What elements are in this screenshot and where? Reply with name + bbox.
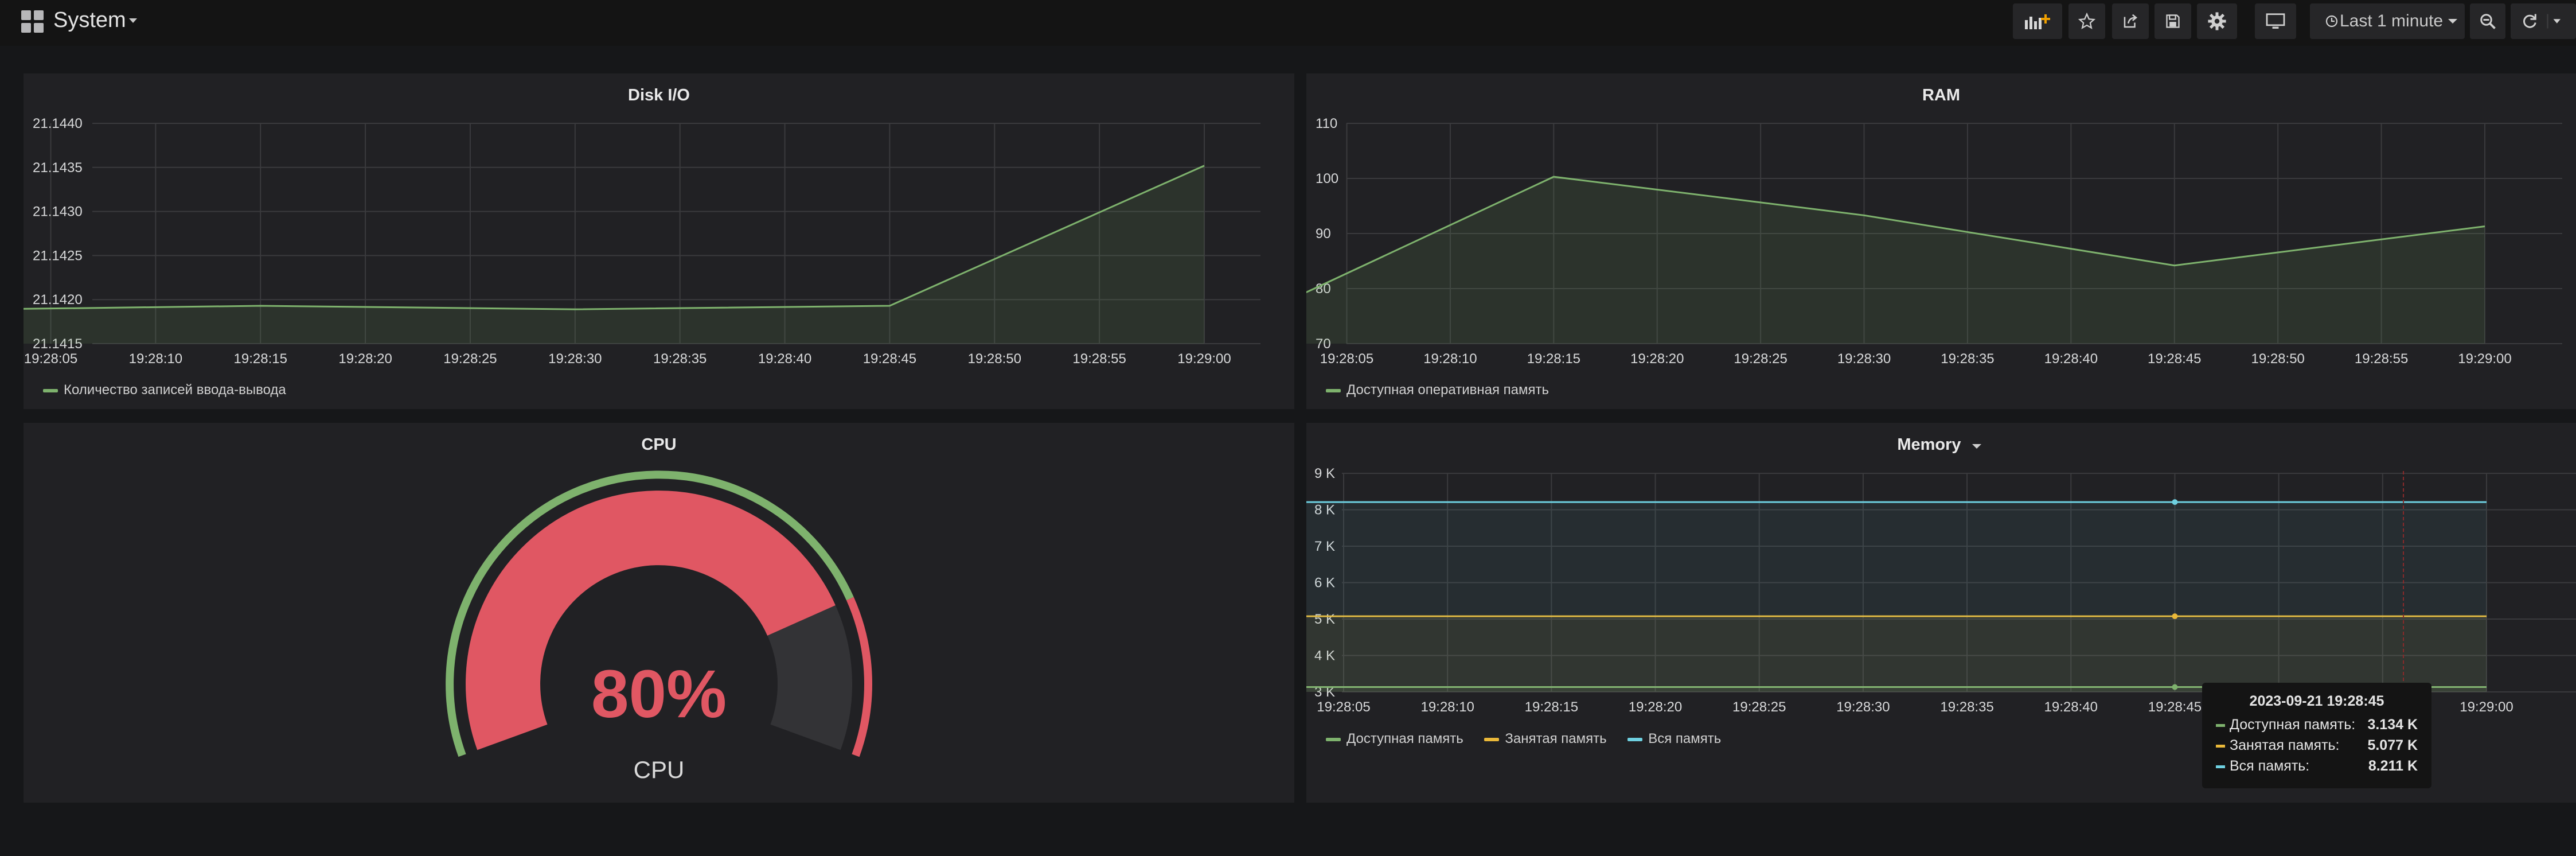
disk-io-panel: Disk I/O 21.1440 21.1435 21.1430 21.1425 21.… [24, 73, 1294, 409]
x-tick-label: 19:28:15 [1527, 351, 1580, 367]
series-area [1306, 177, 2485, 344]
x-tick-label: 19:28:15 [1525, 699, 1578, 715]
x-tick-label: 19:28:25 [1734, 351, 1787, 367]
tooltip-row: Занятая память: 5.077 K [2215, 737, 2419, 758]
x-tick-label: 19:28:55 [1072, 351, 1126, 367]
tooltip-row: Доступная память: 3.134 K [2215, 717, 2419, 737]
legend-item[interactable]: Доступная оперативная память [1326, 382, 1549, 398]
x-tick-label: 19:28:40 [2044, 699, 2098, 715]
y-tick-label: 9 K [1314, 466, 1335, 481]
x-tick-label: 19:28:30 [1837, 351, 1891, 367]
ram-chart[interactable]: 11010090807019:28:0519:28:1019:28:1519:2… [1306, 73, 2576, 409]
y-tick-label: 21.1440 [33, 116, 83, 131]
graph-tooltip: 2023-09-21 19:28:45 Доступная память: 3.… [2202, 683, 2431, 788]
legend: Доступная память Занятая память Вся памя… [1326, 731, 1738, 747]
time-range-label: Last 1 minute [2340, 11, 2444, 30]
x-tick-label: 19:28:20 [338, 351, 392, 367]
x-tick-label: 19:28:05 [1320, 351, 1373, 367]
top-navbar: System Last 1 minute [0, 0, 2576, 46]
x-tick-label: 19:28:45 [2148, 351, 2201, 367]
series-area [24, 165, 1204, 344]
tv-icon [2266, 13, 2285, 29]
y-tick-label: 21.1425 [33, 248, 83, 263]
hover-point [2172, 684, 2178, 690]
y-tick-label: 21.1435 [33, 160, 83, 176]
y-tick-label: 21.1430 [33, 204, 83, 220]
y-tick-label: 100 [1316, 171, 1338, 186]
share-icon [2124, 14, 2138, 28]
zoom-out-button[interactable] [2470, 3, 2505, 39]
x-tick-label: 19:28:55 [2355, 351, 2408, 367]
x-tick-label: 19:28:50 [2251, 351, 2304, 367]
legend-item[interactable]: Доступная память [1326, 731, 1463, 747]
y-tick-label: 21.1420 [33, 292, 83, 308]
legend: Количество записей ввода-вывода [43, 382, 303, 398]
x-tick-label: 19:28:35 [1940, 699, 1993, 715]
cpu-gauge [446, 470, 872, 757]
grid-icon[interactable] [21, 10, 44, 33]
x-tick-label: 19:28:30 [548, 351, 602, 367]
x-tick-label: 19:29:00 [1177, 351, 1231, 367]
hover-point [2172, 613, 2178, 620]
time-range-picker[interactable]: Last 1 minute [2310, 3, 2465, 39]
disk-io-chart[interactable]: 21.144021.143521.143021.142521.142021.14… [24, 73, 1294, 409]
hover-point [2172, 499, 2178, 505]
y-tick-label: 110 [1316, 116, 1337, 131]
y-tick-label: 90 [1316, 226, 1331, 242]
x-tick-label: 19:28:25 [443, 351, 497, 367]
star-icon [2078, 13, 2095, 29]
refresh-icon [2523, 14, 2561, 29]
refresh-button[interactable] [2511, 3, 2576, 39]
gear-icon [2208, 12, 2226, 30]
zoom-out-icon [2480, 14, 2496, 29]
x-tick-label: 19:28:10 [1423, 351, 1477, 367]
chevron-down-icon [2448, 19, 2457, 24]
tooltip-row: Вся память: 8.211 K [2215, 758, 2419, 779]
dashboard-title[interactable]: System [53, 8, 126, 33]
settings-button[interactable] [2197, 3, 2237, 39]
share-button[interactable] [2112, 3, 2149, 39]
x-tick-label: 19:28:45 [2148, 699, 2202, 715]
legend-item[interactable]: Занятая память [1484, 731, 1607, 747]
x-tick-label: 19:28:35 [653, 351, 707, 367]
gauge-label: CPU [633, 756, 685, 783]
gauge-value: 80% [591, 656, 727, 732]
x-tick-label: 19:28:20 [1630, 351, 1684, 367]
series-area [1306, 502, 2487, 692]
x-tick-label: 19:28:15 [234, 351, 287, 367]
ram-panel: RAM 11010090807019:28:0519:28:1019:28:15… [1306, 73, 2576, 409]
x-tick-label: 19:28:40 [2044, 351, 2098, 367]
add-panel-icon [2025, 14, 2050, 29]
x-tick-label: 19:29:00 [2458, 351, 2511, 367]
x-tick-label: 19:28:05 [1317, 699, 1370, 715]
clock-icon [2325, 15, 2338, 28]
legend-item[interactable]: Количество записей ввода-вывода [43, 382, 286, 398]
legend: Доступная оперативная память [1326, 382, 1566, 398]
x-tick-label: 19:29:00 [2460, 699, 2513, 715]
tv-mode-button[interactable] [2255, 3, 2296, 39]
add-panel-button[interactable] [2013, 3, 2062, 39]
legend-item[interactable]: Вся память [1627, 731, 1721, 747]
x-tick-label: 19:28:35 [1941, 351, 1994, 367]
save-button[interactable] [2155, 3, 2191, 39]
x-tick-label: 19:28:10 [129, 351, 182, 367]
chevron-down-icon[interactable] [129, 18, 137, 23]
x-tick-label: 19:28:10 [1420, 699, 1474, 715]
x-tick-label: 19:28:45 [863, 351, 916, 367]
save-icon [2166, 14, 2180, 28]
x-tick-label: 19:28:30 [1836, 699, 1890, 715]
star-button[interactable] [2068, 3, 2105, 39]
x-tick-label: 19:28:20 [1629, 699, 1682, 715]
x-tick-label: 19:28:40 [758, 351, 811, 367]
x-tick-label: 19:28:50 [968, 351, 1021, 367]
x-tick-label: 19:28:05 [24, 351, 77, 367]
tooltip-time: 2023-09-21 19:28:45 [2249, 693, 2384, 709]
x-tick-label: 19:28:25 [1732, 699, 1786, 715]
